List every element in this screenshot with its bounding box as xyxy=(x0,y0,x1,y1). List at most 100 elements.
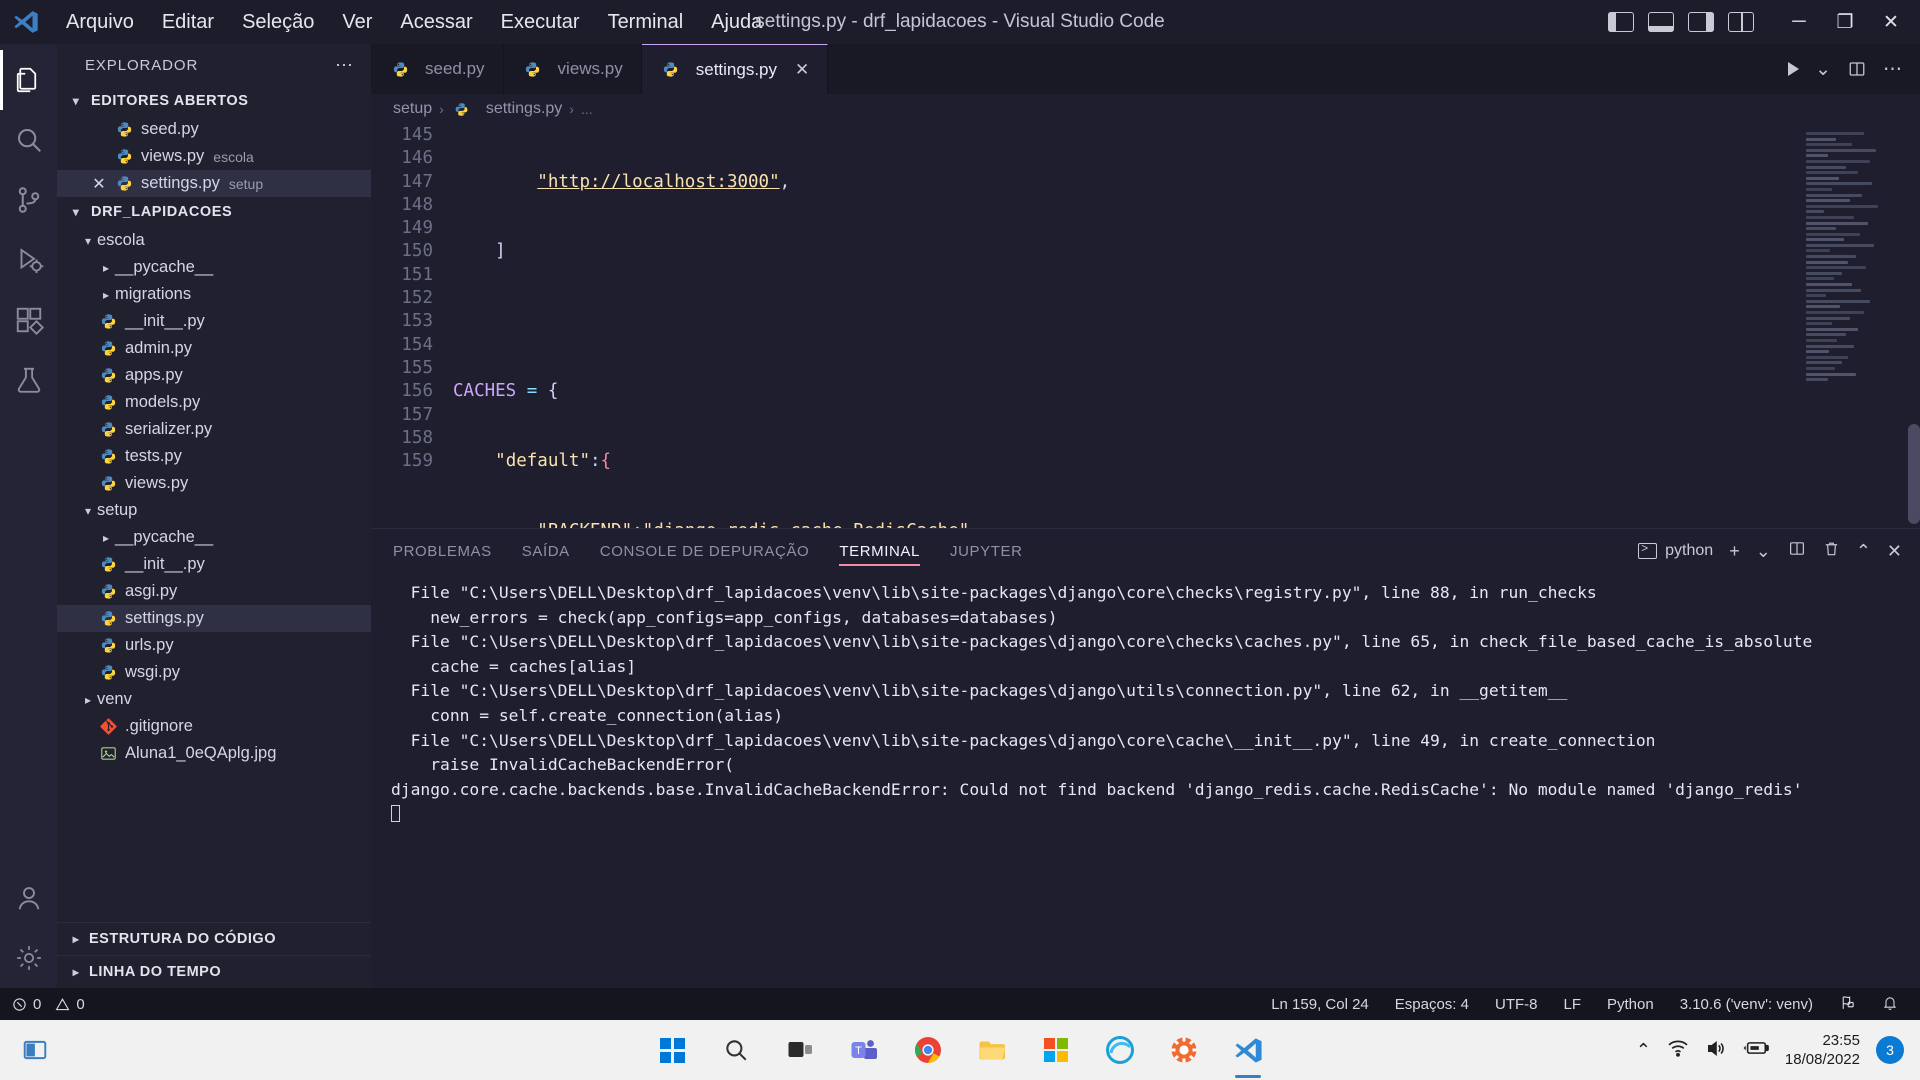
panel-tab-debug-console[interactable]: CONSOLE DE DEPURAÇÃO xyxy=(600,529,810,573)
close-icon[interactable]: ✕ xyxy=(85,174,113,194)
status-errors[interactable]: 0 xyxy=(12,996,41,1013)
status-indentation[interactable]: Espaços: 4 xyxy=(1395,996,1469,1013)
tree-file-wsgi[interactable]: wsgi.py xyxy=(57,659,371,686)
chevron-down-icon[interactable]: ⌄ xyxy=(1756,541,1771,562)
code-editor[interactable]: 145 146 147 148 149 150 151 152 153 154 … xyxy=(371,124,1920,528)
tree-file-serializer[interactable]: serializer.py xyxy=(57,416,371,443)
open-editor-settings[interactable]: ✕ settings.py setup xyxy=(57,170,371,197)
activity-settings-gear[interactable] xyxy=(0,928,57,988)
tree-file-asgi[interactable]: asgi.py xyxy=(57,578,371,605)
customize-layout-icon[interactable] xyxy=(1728,12,1754,32)
tree-file-models[interactable]: models.py xyxy=(57,389,371,416)
tree-file-image[interactable]: Aluna1_0eQAplg.jpg xyxy=(57,740,371,767)
maximize-button[interactable]: ❐ xyxy=(1822,0,1868,44)
minimize-button[interactable]: ─ xyxy=(1776,0,1822,44)
taskbar-settings-app[interactable] xyxy=(1163,1029,1205,1071)
tab-settings-py[interactable]: settings.py ✕ xyxy=(641,44,829,94)
taskbar-teams[interactable]: T xyxy=(843,1029,885,1071)
tab-views-py[interactable]: views.py xyxy=(503,44,642,94)
panel-tab-output[interactable]: SAÍDA xyxy=(522,529,570,573)
chevron-down-icon[interactable]: ⌄ xyxy=(1815,58,1831,81)
section-timeline[interactable]: ▸ LINHA DO TEMPO xyxy=(57,955,371,988)
maximize-panel-icon[interactable]: ⌃ xyxy=(1856,541,1871,562)
toggle-secondary-sidebar-icon[interactable] xyxy=(1688,12,1714,32)
tree-folder-setup[interactable]: ▾ setup xyxy=(57,497,371,524)
ellipsis-icon[interactable]: ⋯ xyxy=(1883,58,1902,81)
menu-editar[interactable]: Editar xyxy=(148,7,228,37)
tree-folder-pycache-escola[interactable]: ▸ __pycache__ xyxy=(57,254,371,281)
terminal-shell-selector[interactable]: python xyxy=(1638,541,1713,560)
code-content[interactable]: 145 146 147 148 149 150 151 152 153 154 … xyxy=(371,124,1920,528)
panel-tab-jupyter[interactable]: JUPYTER xyxy=(950,529,1023,573)
open-editor-seed[interactable]: seed.py xyxy=(57,116,371,143)
tree-folder-pycache-setup[interactable]: ▸ __pycache__ xyxy=(57,524,371,551)
taskbar-microsoft-store[interactable] xyxy=(1035,1029,1077,1071)
section-open-editors[interactable]: ▾ EDITORES ABERTOS xyxy=(57,86,371,116)
tree-file-apps[interactable]: apps.py xyxy=(57,362,371,389)
activity-search[interactable] xyxy=(0,110,57,170)
play-icon[interactable] xyxy=(1788,62,1800,76)
taskbar-edge-beta[interactable] xyxy=(1099,1029,1141,1071)
activity-explorer[interactable] xyxy=(0,50,57,110)
status-language-mode[interactable]: Python xyxy=(1607,996,1654,1013)
breadcrumb-setup[interactable]: setup xyxy=(393,100,432,118)
taskbar-chrome[interactable] xyxy=(907,1029,949,1071)
activity-accounts[interactable] xyxy=(0,868,57,928)
status-python-interpreter[interactable]: 3.10.6 ('venv': venv) xyxy=(1680,996,1813,1013)
taskbar-windows-start[interactable] xyxy=(651,1029,693,1071)
minimap[interactable] xyxy=(1806,132,1906,462)
panel-tab-terminal[interactable]: TERMINAL xyxy=(839,529,920,573)
toggle-primary-sidebar-icon[interactable] xyxy=(1608,12,1634,32)
menu-ajuda[interactable]: Ajuda xyxy=(697,7,776,37)
breadcrumb[interactable]: setup › settings.py › ... xyxy=(371,94,1920,124)
status-warnings[interactable]: 0 xyxy=(55,996,85,1013)
tree-file-urls[interactable]: urls.py xyxy=(57,632,371,659)
layout-controls[interactable] xyxy=(1608,12,1754,32)
split-terminal-icon[interactable] xyxy=(1787,540,1807,562)
menu-bar[interactable]: Arquivo Editar Seleção Ver Acessar Execu… xyxy=(52,7,776,37)
activity-testing[interactable] xyxy=(0,350,57,410)
activity-extensions[interactable] xyxy=(0,290,57,350)
taskbar-visual-studio-code[interactable] xyxy=(1227,1029,1269,1078)
terminal-output[interactable]: File "C:\Users\DELL\Desktop\drf_lapidaco… xyxy=(371,573,1920,988)
tree-file-gitignore[interactable]: .gitignore xyxy=(57,713,371,740)
tab-seed-py[interactable]: seed.py xyxy=(371,44,504,94)
trash-icon[interactable] xyxy=(1823,540,1840,563)
remote-feedback-icon[interactable] xyxy=(1839,994,1856,1015)
status-encoding[interactable]: UTF-8 xyxy=(1495,996,1538,1013)
editor-scrollbar[interactable] xyxy=(1908,424,1920,524)
taskbar-task-view[interactable] xyxy=(779,1029,821,1071)
sidebar-more-actions-icon[interactable]: ⋯ xyxy=(335,55,355,76)
new-terminal-icon[interactable]: + xyxy=(1729,541,1740,562)
close-panel-icon[interactable]: ✕ xyxy=(1887,541,1902,562)
breadcrumb-settings-py[interactable]: settings.py xyxy=(486,100,562,118)
section-project-root[interactable]: ▾ DRF_LAPIDACOES xyxy=(57,197,371,227)
tree-folder-venv[interactable]: ▸ venv xyxy=(57,686,371,713)
taskbar-file-explorer[interactable] xyxy=(971,1029,1013,1071)
status-eol[interactable]: LF xyxy=(1563,996,1581,1013)
code-text[interactable]: "http://localhost:3000", ] CACHES = { "d… xyxy=(449,124,1920,528)
activity-run-debug[interactable] xyxy=(0,230,57,290)
toggle-panel-icon[interactable] xyxy=(1648,12,1674,32)
section-outline[interactable]: ▸ ESTRUTURA DO CÓDIGO xyxy=(57,922,371,955)
tree-file-settings[interactable]: settings.py xyxy=(57,605,371,632)
close-button[interactable]: ✕ xyxy=(1868,0,1914,44)
tree-file-init-setup[interactable]: __init__.py xyxy=(57,551,371,578)
tree-folder-escola[interactable]: ▾ escola xyxy=(57,227,371,254)
tree-file-views[interactable]: views.py xyxy=(57,470,371,497)
breadcrumb-more[interactable]: ... xyxy=(581,101,593,117)
tree-file-tests[interactable]: tests.py xyxy=(57,443,371,470)
split-editor-icon[interactable] xyxy=(1847,60,1867,78)
tree-folder-migrations[interactable]: ▸ migrations xyxy=(57,281,371,308)
tree-file-init-escola[interactable]: __init__.py xyxy=(57,308,371,335)
activity-source-control[interactable] xyxy=(0,170,57,230)
status-cursor-position[interactable]: Ln 159, Col 24 xyxy=(1271,996,1369,1013)
notifications-bell-icon[interactable] xyxy=(1882,994,1898,1015)
menu-acessar[interactable]: Acessar xyxy=(386,7,486,37)
close-icon[interactable]: ✕ xyxy=(795,60,809,80)
panel-tab-problems[interactable]: PROBLEMAS xyxy=(393,529,492,573)
menu-terminal[interactable]: Terminal xyxy=(594,7,698,37)
menu-arquivo[interactable]: Arquivo xyxy=(52,7,148,37)
taskbar-search[interactable] xyxy=(715,1029,757,1071)
open-editor-views[interactable]: views.py escola xyxy=(57,143,371,170)
